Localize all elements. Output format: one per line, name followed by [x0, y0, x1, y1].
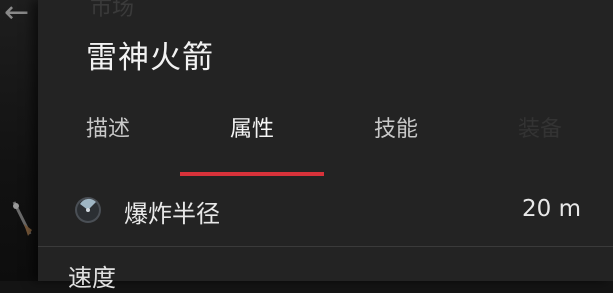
- background-header-text: 市场: [90, 0, 135, 21]
- property-label-next: 速度: [68, 264, 116, 292]
- back-arrow-icon[interactable]: ←: [4, 0, 38, 30]
- tab-skills[interactable]: 技能: [324, 104, 468, 176]
- tab-properties[interactable]: 属性: [180, 104, 324, 176]
- rocket-thumbnail-icon: [12, 201, 32, 236]
- tab-description[interactable]: 描述: [36, 104, 180, 176]
- property-row: 爆炸半径 20 m: [38, 176, 613, 247]
- property-label: 爆炸半径: [124, 200, 220, 228]
- page-title: 雷神火箭: [86, 40, 214, 76]
- property-value: 20 m: [522, 196, 581, 222]
- background-tab-text: 装备: [518, 117, 563, 142]
- radar-icon: [75, 197, 101, 223]
- detail-panel: 市场 雷神火箭 描述 属性 技能 装备 爆炸半径 20 m 速度: [36, 0, 613, 292]
